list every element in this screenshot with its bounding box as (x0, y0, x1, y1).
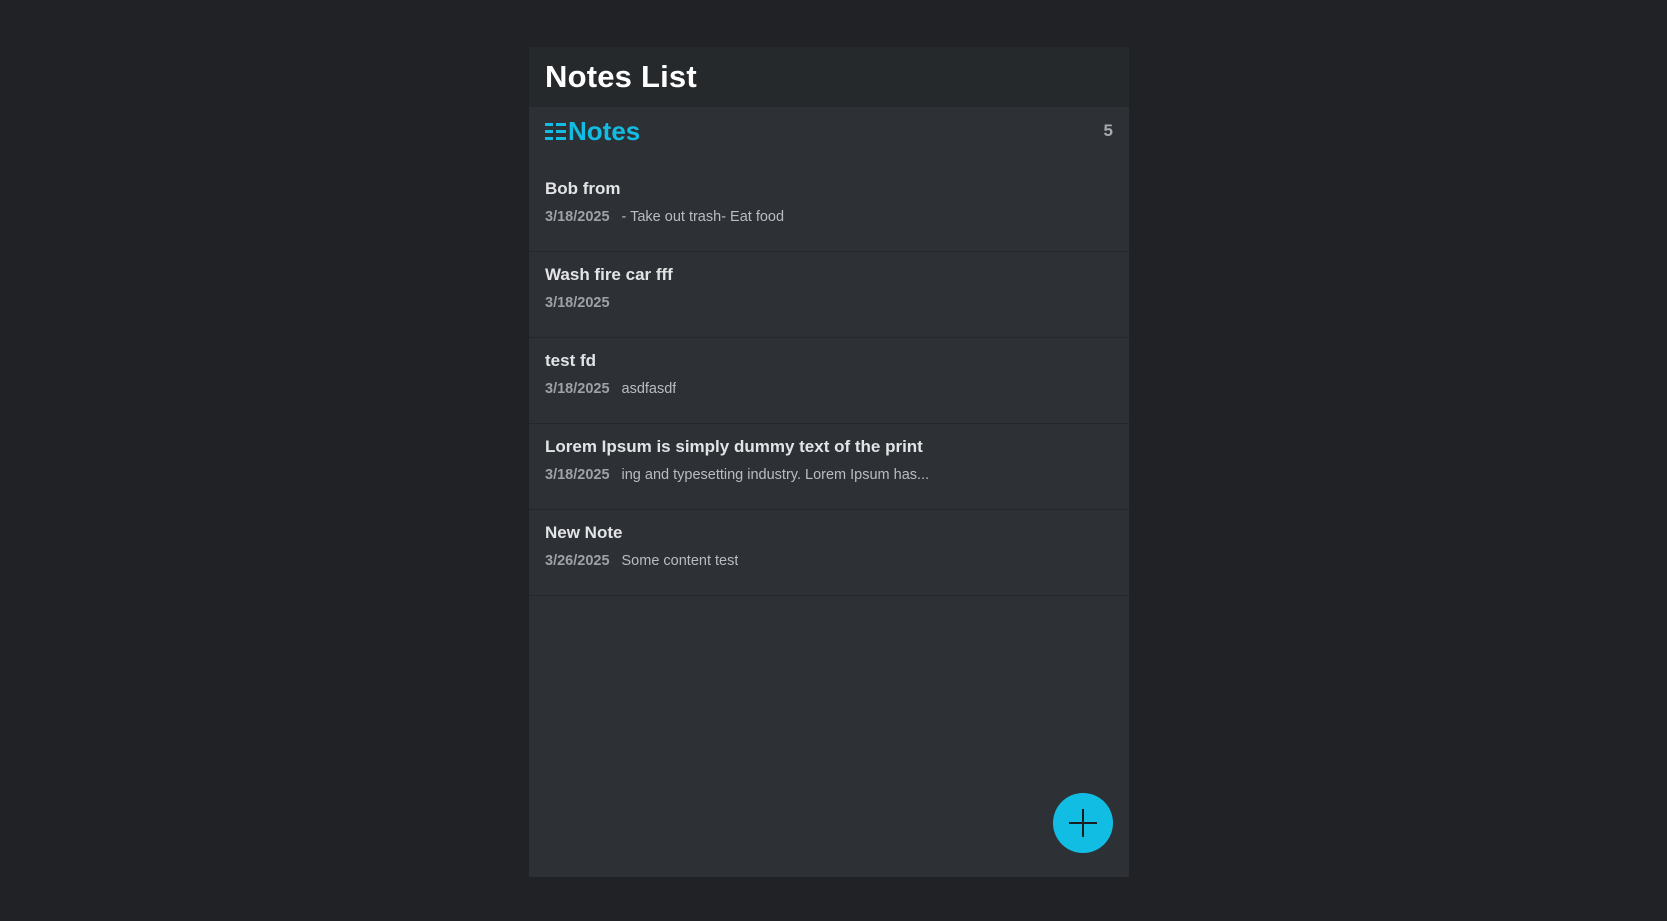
plus-icon (1068, 808, 1098, 838)
note-meta: 3/18/2025 asdfasdf (545, 380, 1113, 398)
note-snippet: Some content test (621, 553, 739, 569)
note-snippet: ing and typesetting industry. Lorem Ipsu… (621, 467, 930, 483)
note-meta: 3/18/2025 - Take out trash- Eat food (545, 208, 1113, 226)
note-list-item[interactable]: Lorem Ipsum is simply dummy text of the … (529, 424, 1129, 510)
note-list-item[interactable]: Bob from 3/18/2025 - Take out trash- Eat… (529, 166, 1129, 252)
note-title: test fd (545, 351, 596, 370)
note-date: 3/18/2025 (545, 467, 610, 483)
app-header: Notes List (529, 47, 1129, 107)
note-meta: 3/18/2025 (545, 294, 1113, 312)
note-meta: 3/18/2025 ing and typesetting industry. … (545, 466, 1113, 484)
add-note-button[interactable] (1053, 793, 1113, 853)
notes-app: Notes List Notes 5 Bob from 3/18/2025 - (529, 47, 1129, 877)
notes-count-badge: 5 (1103, 121, 1113, 140)
page-title: Notes List (545, 59, 697, 94)
note-date: 3/18/2025 (545, 381, 610, 397)
note-date: 3/18/2025 (545, 209, 610, 225)
list-icon (545, 122, 566, 141)
note-list-item[interactable]: New Note 3/26/2025 Some content test (529, 510, 1129, 596)
note-meta: 3/26/2025 Some content test (545, 552, 1113, 570)
section-heading: Notes (545, 116, 640, 147)
note-date: 3/26/2025 (545, 553, 610, 569)
notes-list: Bob from 3/18/2025 - Take out trash- Eat… (529, 166, 1129, 596)
note-title: Wash fire car fff (545, 265, 673, 284)
note-snippet: asdfasdf (621, 381, 677, 397)
section-title: Notes (568, 115, 641, 146)
note-title: Bob from (545, 179, 621, 198)
notes-section-header: Notes 5 (529, 107, 1129, 155)
note-list-item[interactable]: Wash fire car fff 3/18/2025 (529, 252, 1129, 338)
note-list-item[interactable]: test fd 3/18/2025 asdfasdf (529, 338, 1129, 424)
note-date: 3/18/2025 (545, 295, 610, 311)
note-snippet: - Take out trash- Eat food (621, 209, 785, 225)
note-title: New Note (545, 523, 623, 542)
note-title: Lorem Ipsum is simply dummy text of the … (545, 437, 923, 456)
